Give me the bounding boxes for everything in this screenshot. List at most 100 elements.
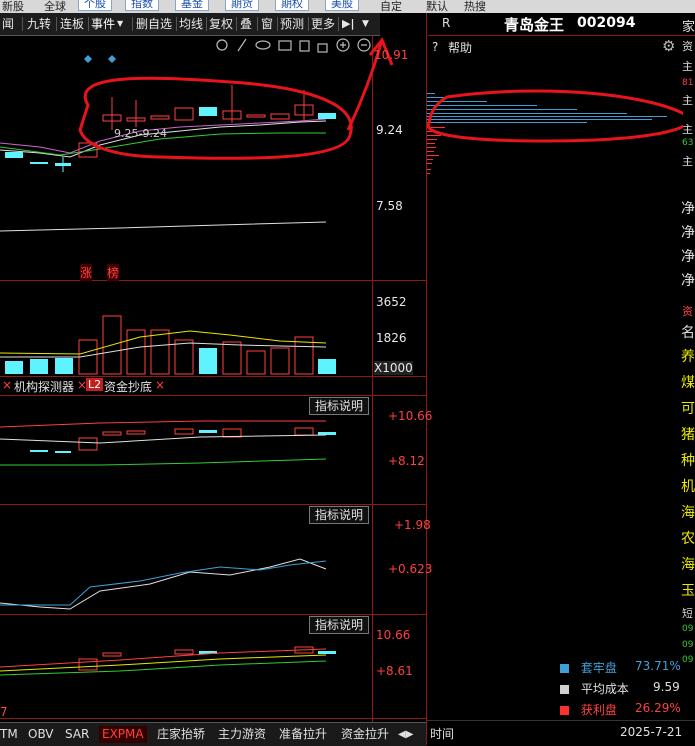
right-info-strip: 资 主 81 主 主 63 主 净 净 净 净 资 名 养 煤 可 猪 种 机 …: [680, 35, 695, 725]
camera-icon: [278, 40, 292, 51]
strip-item: 净: [681, 273, 695, 289]
strip-item: 09: [682, 640, 694, 650]
toolbar-adjust[interactable]: 复权: [209, 16, 233, 32]
toolbar-forecast[interactable]: 预测: [280, 16, 304, 32]
legend-label: 套牢盘: [580, 661, 617, 675]
nav-custom[interactable]: 自定: [380, 0, 402, 13]
legend-swatch: [560, 706, 569, 715]
separator: [427, 720, 695, 721]
strip-item: 猪: [681, 427, 695, 443]
help-icon[interactable]: ?: [432, 40, 438, 54]
nav-fund[interactable]: 基金: [175, 0, 209, 11]
limit-up-tag[interactable]: 涨: [80, 264, 93, 281]
play-icon[interactable]: ▶|: [342, 16, 354, 32]
volume-tick-mid: 1826: [376, 331, 407, 345]
bottom-left-label: 7: [0, 705, 8, 719]
tab-separator: ×: [155, 378, 166, 392]
brush-icon: [237, 38, 247, 52]
gear-icon[interactable]: ⚙: [662, 37, 675, 55]
legend-label: 平均成本: [580, 682, 629, 696]
tab-ready-rise[interactable]: 准备拉升: [279, 726, 327, 743]
strip-item: 养: [681, 349, 695, 365]
price-tick-high: 10.91: [374, 48, 409, 62]
toolbar-more[interactable]: 更多: [311, 16, 335, 32]
tab-main-hot-money[interactable]: 主力游资: [218, 726, 266, 743]
tab-scroll-arrows[interactable]: ◀▶: [398, 726, 413, 743]
tab-dealer-lift[interactable]: 庄家抬轿: [157, 726, 205, 743]
strip-item: 净: [681, 225, 695, 241]
legend-value: 26.29%: [635, 701, 681, 715]
strip-item: 63: [682, 138, 694, 148]
nav-us-stock[interactable]: 美股: [325, 0, 359, 11]
strip-item: 名: [681, 325, 695, 341]
nav-options[interactable]: 期权: [275, 0, 309, 11]
toolbar-news[interactable]: 闻: [2, 16, 14, 32]
price-tick-low: 7.58: [376, 199, 403, 213]
strip-item: 玉: [681, 583, 695, 599]
top-navigation: 新股 全球 个股 指数 基金 期货 期权 美股 自定 默认 热搜: [0, 0, 695, 13]
tab-expma[interactable]: EXPMA: [99, 726, 147, 743]
nav-hot-search[interactable]: 热搜: [464, 0, 486, 13]
strip-item: 主: [682, 94, 693, 107]
toolbar-moving-average[interactable]: 均线: [179, 16, 203, 32]
nav-new-stock[interactable]: 新股: [2, 0, 24, 13]
strip-item: 机: [681, 479, 695, 495]
indicator-help-button[interactable]: 指标说明: [309, 616, 370, 634]
strip-item: 海: [681, 557, 695, 573]
nav-stock[interactable]: 个股: [78, 0, 112, 11]
strip-item: 09: [682, 624, 694, 634]
toolbar-remove-watchlist[interactable]: 删自选: [136, 16, 172, 32]
strip-item: 农: [681, 531, 695, 547]
help-label[interactable]: 帮助: [448, 39, 472, 56]
toolbar-nine-turn[interactable]: 九转: [27, 16, 51, 32]
stock-code: 002094: [577, 15, 636, 31]
panel2-tick-low: +0.623: [388, 562, 433, 576]
toolbar-window[interactable]: 窗: [261, 16, 273, 32]
indicator-tabs: TM OBV SAR EXPMA 庄家抬轿 主力游资 准备拉升 资金拉升 ◀▶: [0, 722, 426, 746]
stock-header: R 青岛金王 002094 家: [428, 13, 695, 36]
legend-label: 获利盘: [580, 703, 617, 717]
tab-capital-bottom[interactable]: 资金抄底: [104, 378, 152, 395]
panel2-tick-high: +1.98: [394, 518, 431, 532]
strip-item: 种: [681, 453, 695, 469]
toolbar-limit-board[interactable]: 连板: [60, 16, 84, 32]
legend-avg-cost: 平均成本 9.59: [560, 680, 680, 697]
strip-item: 煤: [681, 375, 695, 391]
indicator-help-button[interactable]: 指标说明: [309, 506, 370, 524]
r-label: R: [442, 16, 451, 30]
tab-institution-detector[interactable]: 机构探测器: [14, 378, 74, 395]
nav-index[interactable]: 指数: [125, 0, 159, 11]
nav-futures[interactable]: 期货: [225, 0, 259, 11]
volume-unit: X1000: [374, 361, 413, 375]
tab-sar[interactable]: SAR: [65, 726, 89, 743]
tab-obv[interactable]: OBV: [28, 726, 54, 743]
tab-tm[interactable]: TM: [0, 726, 18, 743]
strip-item: 净: [681, 249, 695, 265]
chevron-down-icon[interactable]: ▼: [117, 16, 123, 32]
tab-capital-rise[interactable]: 资金拉升: [341, 726, 389, 743]
annotation-circle: [427, 89, 683, 143]
time-label: 时间: [430, 727, 455, 741]
side-label: 家: [682, 20, 695, 35]
panel1-tick-low: +8.12: [388, 454, 425, 468]
nav-global[interactable]: 全球: [44, 0, 66, 13]
delete-icon: [299, 40, 310, 52]
indicator-help-button[interactable]: 指标说明: [309, 397, 370, 415]
strip-item: 主: [682, 155, 693, 168]
chip-distribution: [427, 89, 683, 174]
panel3-tick-low: +8.61: [376, 664, 413, 678]
panel1-tick-high: +10.66: [388, 409, 433, 423]
event-marker: [108, 55, 116, 63]
ranking-tag[interactable]: 榜: [107, 264, 120, 281]
panel1-candles: [30, 427, 336, 453]
price-tick-mid: 9.24: [376, 123, 403, 137]
legend-trapped: 套牢盘 73.71%: [560, 659, 681, 676]
stock-name: 青岛金王: [504, 16, 565, 34]
strip-item: 海: [681, 505, 695, 521]
toolbar-overlay[interactable]: 叠: [240, 16, 252, 32]
nav-default[interactable]: 默认: [426, 0, 448, 13]
strip-item: 主: [682, 123, 693, 136]
strip-item: 81: [682, 78, 694, 88]
dropdown-icon[interactable]: ▼: [362, 16, 369, 32]
toolbar-events[interactable]: 事件: [91, 16, 115, 32]
